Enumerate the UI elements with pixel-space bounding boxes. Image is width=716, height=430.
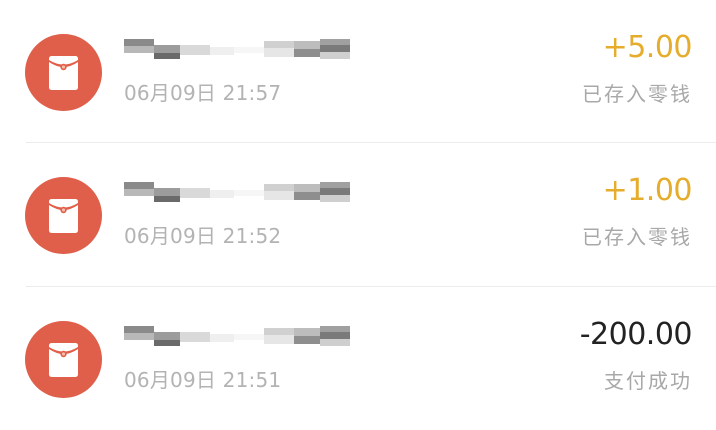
red-packet-icon <box>49 343 78 377</box>
transaction-row[interactable]: 06月09日 21:57 +5.00 已存入零钱 <box>0 0 716 143</box>
red-packet-avatar <box>25 177 102 254</box>
transaction-time: 06月09日 21:57 <box>124 81 282 105</box>
transaction-status: 已存入零钱 <box>582 82 692 106</box>
red-packet-icon <box>49 199 78 233</box>
transaction-amount: +5.00 <box>602 30 693 65</box>
transaction-status: 已存入零钱 <box>582 225 692 249</box>
sender-name-redacted <box>124 324 350 350</box>
transaction-row[interactable]: 06月09日 21:52 +1.00 已存入零钱 <box>0 143 716 286</box>
red-packet-icon <box>49 56 78 90</box>
transaction-list: 06月09日 21:57 +5.00 已存入零钱 06月09日 21:52 +1… <box>0 0 716 416</box>
transaction-row[interactable]: 06月09日 21:51 -200.00 支付成功 <box>0 287 716 430</box>
transaction-time: 06月09日 21:51 <box>124 368 282 392</box>
transaction-status: 支付成功 <box>604 369 692 393</box>
transaction-time: 06月09日 21:52 <box>124 224 282 248</box>
sender-name-redacted <box>124 180 350 206</box>
transaction-amount: +1.00 <box>602 173 693 208</box>
sender-name-redacted <box>124 37 350 63</box>
red-packet-avatar <box>25 321 102 398</box>
red-packet-avatar <box>25 34 102 111</box>
transaction-amount: -200.00 <box>579 317 693 352</box>
